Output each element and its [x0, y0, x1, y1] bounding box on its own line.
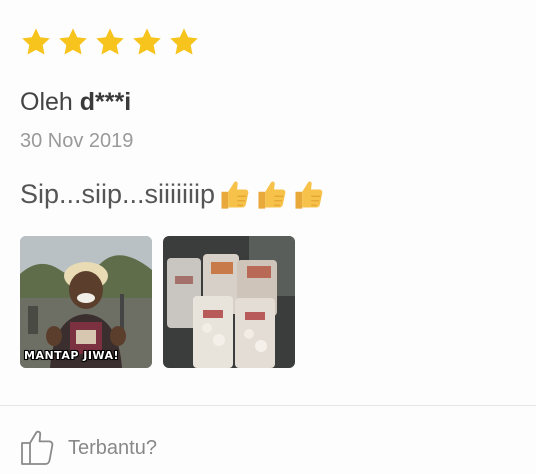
author-name: d***i — [79, 88, 132, 116]
star-icon — [94, 26, 126, 58]
review-date: 30 Nov 2019 — [20, 130, 134, 152]
star-icon — [20, 26, 52, 58]
thumbs-up-emoji-icon — [217, 176, 254, 212]
divider — [0, 405, 536, 406]
star-icon — [168, 26, 200, 58]
comment-text: Sip...siip...siiiiiiip — [20, 178, 216, 209]
star-icon — [57, 26, 89, 58]
review-photos: MANTAP JIWA! — [20, 236, 295, 368]
thumbs-up-emoji-group — [217, 176, 328, 212]
thumbs-up-emoji-icon — [291, 176, 328, 212]
star-icon — [131, 26, 163, 58]
popcorn-bags-photo-image — [163, 236, 295, 368]
review-card: Oleh d***i 30 Nov 2019 Sip...siip...siii… — [0, 0, 536, 474]
helpful-button[interactable]: Terbantu? — [20, 426, 157, 466]
review-photo-product[interactable] — [163, 236, 295, 368]
author-prefix: Oleh — [20, 88, 73, 116]
helpful-label: Terbantu? — [68, 436, 157, 459]
review-photo-meme[interactable]: MANTAP JIWA! — [20, 236, 152, 368]
thumbs-up-outline-icon — [21, 430, 54, 465]
star-rating — [20, 26, 200, 58]
review-author: Oleh d***i — [20, 88, 131, 117]
review-comment: Sip...siip...siiiiiiip — [20, 176, 328, 212]
meme-caption: MANTAP JIWA! — [24, 349, 120, 362]
thumbs-up-emoji-icon — [254, 176, 291, 212]
